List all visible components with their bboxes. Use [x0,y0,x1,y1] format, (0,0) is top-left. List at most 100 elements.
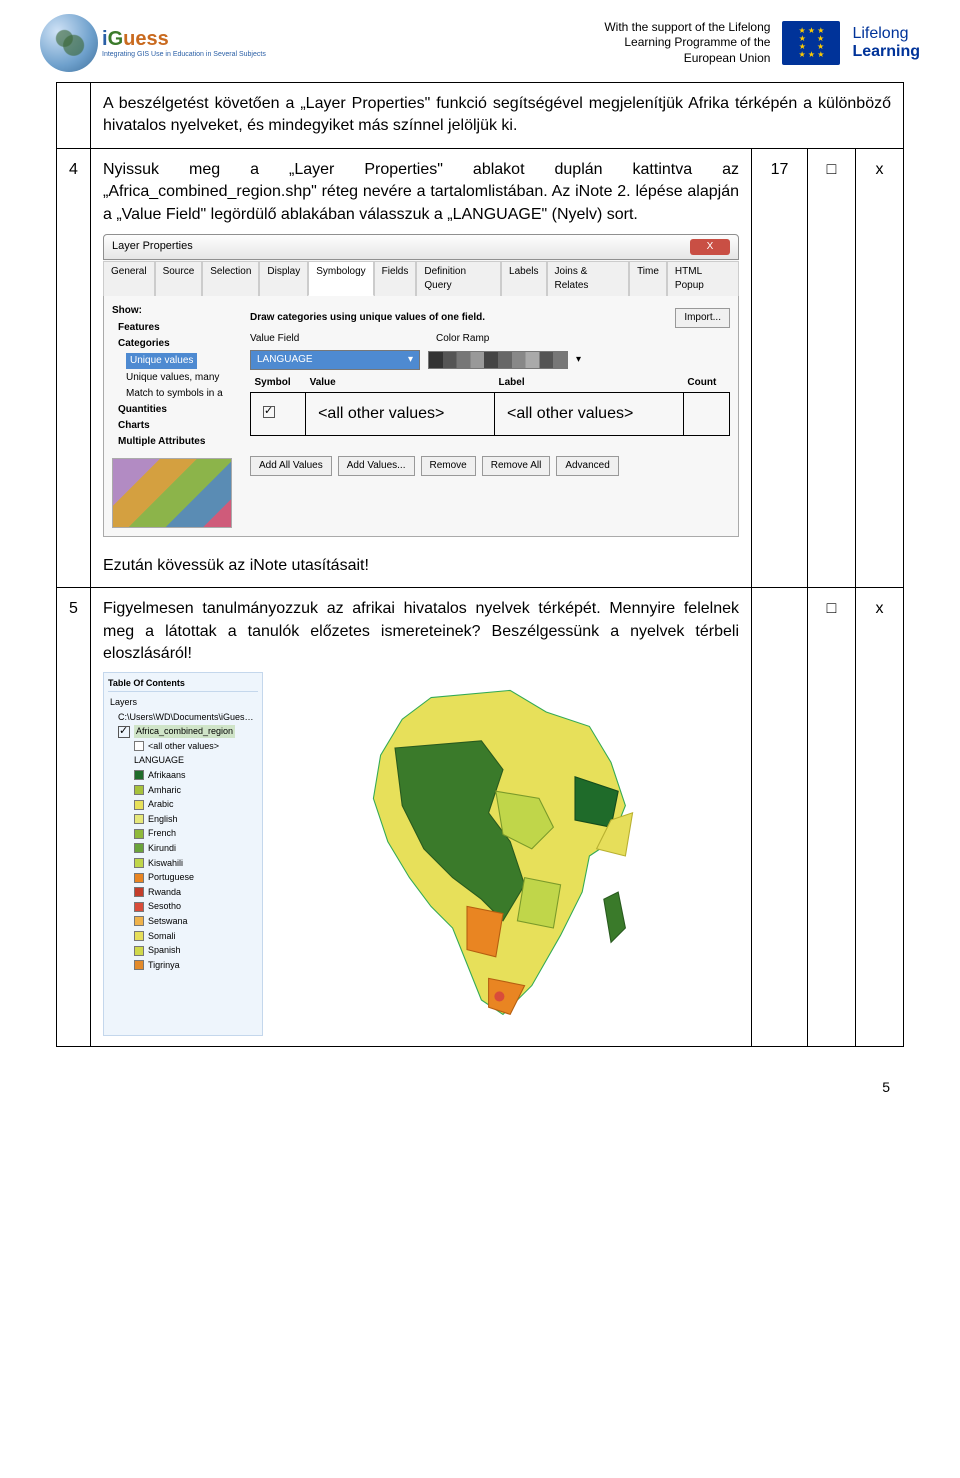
button-row: Add All Values Add Values... Remove Remo… [250,456,730,476]
lesson-table: A beszélgetést követően a „Layer Propert… [56,82,904,1047]
lifelong-top: Lifelong [852,25,920,43]
swatch-icon [134,916,144,926]
tab-joins-relates[interactable]: Joins & Relates [547,261,630,296]
step-content: Nyissuk meg a „Layer Properties" ablakot… [91,148,752,588]
legend-label: Arabic [148,798,174,811]
check-col: □ [808,148,856,588]
chevron-down-icon: ▾ [408,353,413,367]
show-item[interactable]: Multiple Attributes [112,434,242,450]
legend-item[interactable]: Afrikaans [108,768,258,783]
legend-item[interactable]: Spanish [108,943,258,958]
legend-label: Afrikaans [148,769,186,782]
toc-layers[interactable]: Layers [108,695,258,710]
toc-path[interactable]: C:\Users\WD\Documents\iGuess\Data\iGuess… [108,710,258,725]
close-button[interactable]: X [690,239,730,255]
show-item[interactable]: Quantities [112,402,242,418]
dialog-titlebar[interactable]: Layer Properties X [103,234,739,260]
swatch-icon [134,770,144,780]
tab-symbology[interactable]: Symbology [308,261,373,296]
layer-properties-dialog: Layer Properties X General Source Select… [103,234,739,537]
tab-general[interactable]: General [103,261,155,296]
page-header: iGuess Integrating GIS Use in Education … [0,0,960,82]
logo-subtitle: Integrating GIS Use in Education in Seve… [102,51,266,58]
right-panel: Draw categories using unique values of o… [250,304,730,528]
lifelong-logo: Lifelong Learning [852,25,920,60]
col-value: Value [306,374,495,393]
step-text: A beszélgetést követően a „Layer Propert… [91,83,904,149]
x-col: x [856,588,904,1046]
swatch-icon [134,931,144,941]
legend-label: Kirundi [148,842,176,855]
symbol-value: <all other values> [306,392,495,435]
tab-definition-query[interactable]: Definition Query [416,261,501,296]
tab-display[interactable]: Display [259,261,308,296]
x-col: x [856,148,904,588]
step-text: Figyelmesen tanulmányozzuk az afrikai hi… [103,598,739,665]
add-all-values-button[interactable]: Add All Values [250,456,332,476]
show-item[interactable]: Unique values [112,352,242,370]
legend-item[interactable]: Kiswahili [108,856,258,871]
tab-selection[interactable]: Selection [202,261,259,296]
step-text: Nyissuk meg a „Layer Properties" ablakot… [103,159,739,226]
tab-time[interactable]: Time [629,261,667,296]
legend-label: Spanish [148,944,181,957]
legend-item[interactable]: French [108,826,258,841]
toc-layer[interactable]: Africa_combined_region [108,724,258,739]
table-of-contents: Table Of Contents Layers C:\Users\WD\Doc… [103,672,263,1036]
tab-fields[interactable]: Fields [374,261,417,296]
field-labels-row: Value Field Color Ramp [250,332,730,346]
show-label: Show: [112,304,242,318]
import-button[interactable]: Import... [675,308,730,328]
show-item[interactable]: Charts [112,418,242,434]
color-ramp-select[interactable] [428,351,568,369]
col-label: Label [495,374,684,393]
legend-item[interactable]: Somali [108,929,258,944]
show-item[interactable]: Features [112,320,242,336]
legend-item[interactable]: Amharic [108,783,258,798]
show-item[interactable]: Unique values, many [112,370,242,386]
remove-button[interactable]: Remove [421,456,476,476]
chevron-down-icon: ▾ [576,353,581,367]
desc-row: Draw categories using unique values of o… [250,308,730,328]
legend-item[interactable]: Kirundi [108,841,258,856]
col-symbol: Symbol [251,374,306,393]
toc-allother[interactable]: <all other values> [108,739,258,754]
dialog-title: Layer Properties [112,239,193,254]
legend-item[interactable]: Setswana [108,914,258,929]
add-values-button[interactable]: Add Values... [338,456,415,476]
advanced-button[interactable]: Advanced [556,456,618,476]
checkbox-icon[interactable] [118,726,130,738]
checkbox-icon[interactable] [263,406,275,418]
legend-item[interactable]: Portuguese [108,870,258,885]
show-item[interactable]: Categories [112,336,242,352]
dialog-tabs: General Source Selection Display Symbolo… [103,260,739,296]
legend-item[interactable]: Rwanda [108,885,258,900]
step-num: 5 [57,588,91,1046]
swatch-icon [134,843,144,853]
logo-text: iGuess [102,28,266,51]
legend-item[interactable]: Tigrinya [108,958,258,973]
tab-html-popup[interactable]: HTML Popup [667,261,739,296]
symbol-label: <all other values> [495,392,684,435]
time-col: 17 [752,148,808,588]
legend-item[interactable]: Arabic [108,797,258,812]
eu-flag-icon [782,21,840,65]
swatch-icon [134,785,144,795]
tab-labels[interactable]: Labels [501,261,546,296]
value-field-select[interactable]: LANGUAGE ▾ [250,350,420,370]
swatch-icon [134,960,144,970]
value-field-value: LANGUAGE [257,353,313,367]
header-right: With the support of the Lifelong Learnin… [604,20,920,67]
follow-text: Ezután kövessük az iNote utasításait! [103,555,739,577]
swatch-icon [134,887,144,897]
legend-label: Rwanda [148,886,181,899]
symbol-row[interactable]: <all other values> <all other values> [251,392,730,435]
tab-source[interactable]: Source [155,261,203,296]
remove-all-button[interactable]: Remove All [482,456,551,476]
swatch-icon [134,829,144,839]
legend-item[interactable]: English [108,812,258,827]
color-ramp-label: Color Ramp [436,332,489,346]
legend-label: French [148,827,176,840]
show-item[interactable]: Match to symbols in a [112,386,242,402]
legend-item[interactable]: Sesotho [108,899,258,914]
